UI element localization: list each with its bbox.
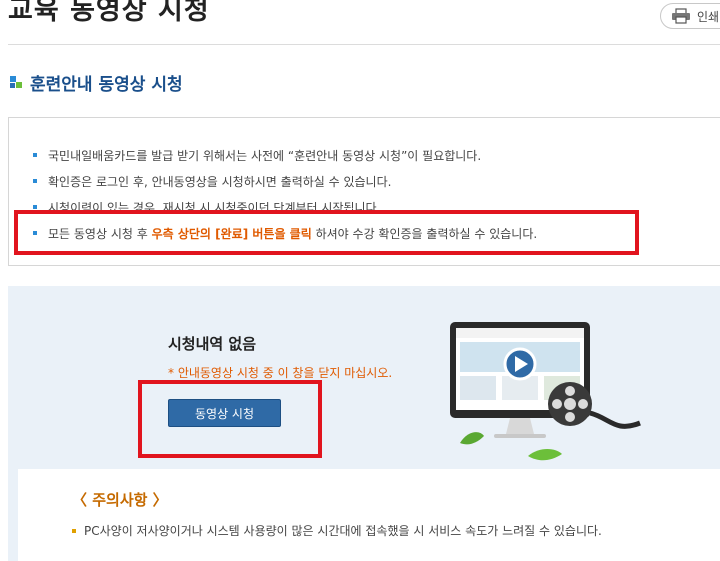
printer-icon <box>672 8 690 24</box>
section-bullet-icon <box>10 75 22 90</box>
page-title: 교육 동영상 시청 <box>8 0 210 26</box>
video-warning: * 안내동영상 시청 중 이 창을 닫지 마십시오. <box>168 366 393 380</box>
caution-box <box>18 469 720 561</box>
bullet-icon <box>33 205 37 209</box>
notice-item: 국민내일배움카드를 발급 받기 위해서는 사전에 “훈련안내 동영상 시청”이 … <box>33 142 537 168</box>
caution-title: 〈 주의사항 〉 <box>72 491 168 509</box>
bullet-icon <box>33 179 37 183</box>
bullet-icon <box>33 153 37 157</box>
header-divider <box>8 44 720 45</box>
notice-item: 확인증은 로그인 후, 안내동영상을 시청하시면 출력하실 수 있습니다. <box>33 168 537 194</box>
video-empty-title: 시청내역 없음 <box>168 335 257 353</box>
print-button[interactable]: 인쇄 <box>660 3 720 29</box>
film-reel-icon <box>548 382 641 429</box>
caution-item: PC사양이 저사양이거나 시스템 사용량이 많은 시간대에 접속했을 시 서비스… <box>72 522 602 539</box>
section-heading: 훈련안내 동영상 시청 <box>10 70 183 95</box>
play-icon <box>503 347 537 381</box>
highlight-frame-notice <box>14 210 639 255</box>
print-label: 인쇄 <box>697 9 720 24</box>
monitor-illustration <box>450 322 641 461</box>
highlight-frame-button <box>138 380 322 458</box>
section-title: 훈련안내 동영상 시청 <box>30 75 183 95</box>
bullet-icon <box>72 528 76 533</box>
